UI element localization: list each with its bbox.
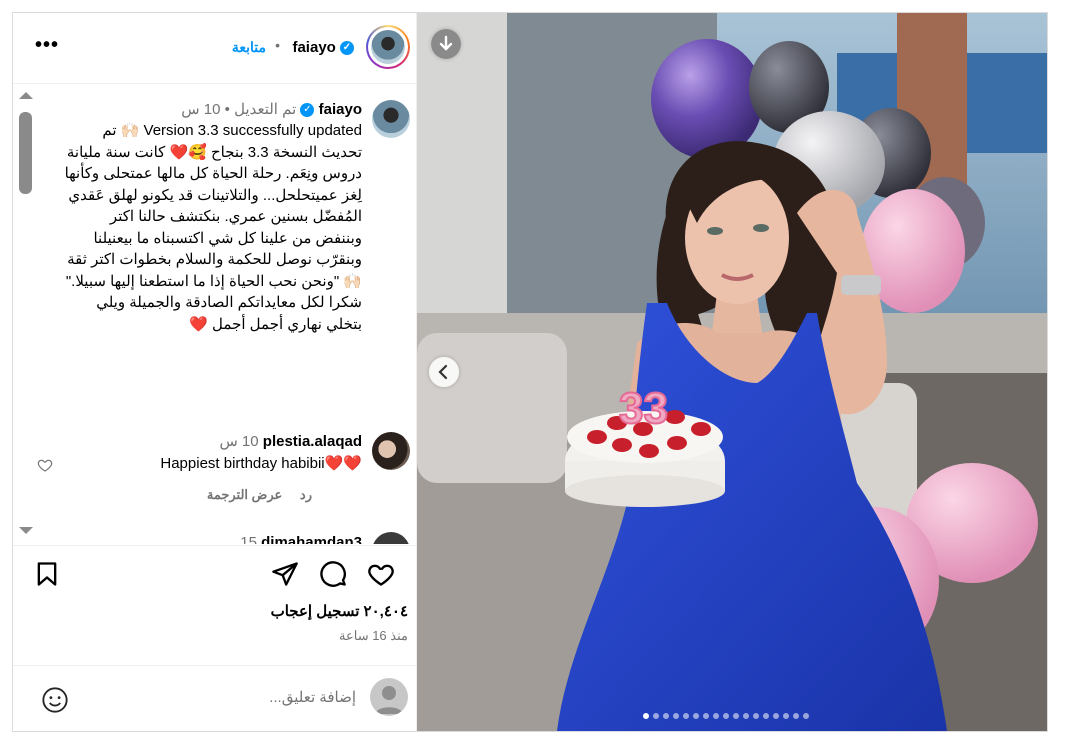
- comment-actions: رد عرض الترجمة: [193, 487, 312, 503]
- caption-username[interactable]: faiayo: [319, 101, 362, 118]
- post-time[interactable]: منذ 16 ساعة: [339, 628, 408, 644]
- carousel-dot: [763, 713, 769, 719]
- share-icon[interactable]: [271, 560, 299, 588]
- likes-count[interactable]: ٢٠,٤٠٤ تسجيل إعجاب: [271, 602, 408, 620]
- scroll-down-arrow-icon[interactable]: [19, 527, 33, 534]
- carousel-dot: [703, 713, 709, 719]
- caption-avatar[interactable]: [372, 100, 410, 138]
- post-modal: ••• متابعة • faiayo ✓ faiayo ✓ تم التعدي…: [12, 12, 1048, 732]
- caption-separator: •: [224, 101, 230, 118]
- save-bookmark-icon[interactable]: [33, 560, 61, 588]
- post-actions-bar: ٢٠,٤٠٤ تسجيل إعجاب منذ 16 ساعة: [13, 545, 416, 676]
- post-side-panel: ••• متابعة • faiayo ✓ faiayo ✓ تم التعدي…: [13, 13, 417, 731]
- reply-button[interactable]: رد: [300, 487, 312, 502]
- carousel-dot: [773, 713, 779, 719]
- caption-text: Version 3.3 successfully updated 🙌🏻 تم ت…: [64, 122, 362, 333]
- header-avatar[interactable]: [366, 25, 410, 69]
- comment-header: plestia.alaqad 10 س: [219, 432, 362, 450]
- carousel-dot: [743, 713, 749, 719]
- carousel-dot: [713, 713, 719, 719]
- more-options-button[interactable]: •••: [35, 35, 59, 55]
- photo-illustration: 33: [417, 13, 1047, 731]
- scrollbar-thumb[interactable]: [19, 112, 32, 194]
- post-header: ••• متابعة • faiayo ✓: [13, 13, 416, 84]
- header-username-text[interactable]: faiayo: [292, 39, 335, 56]
- carousel-dot: [733, 713, 739, 719]
- see-translation-button[interactable]: عرض الترجمة: [207, 487, 282, 502]
- current-user-avatar: [370, 678, 408, 716]
- comment-icon[interactable]: [319, 560, 347, 588]
- carousel-dot: [683, 713, 689, 719]
- header-username[interactable]: faiayo ✓: [292, 39, 354, 56]
- add-comment-input[interactable]: إضافة تعليق...: [269, 688, 356, 706]
- comment-username[interactable]: dimahamdan3: [261, 534, 362, 544]
- verified-badge-icon: ✓: [300, 103, 315, 118]
- default-user-icon: [375, 686, 403, 714]
- comment-text: Happiest birthday habibii❤️❤️: [160, 455, 362, 472]
- comment-avatar[interactable]: [372, 432, 410, 470]
- carousel-dot: [793, 713, 799, 719]
- cake-candle-number: 33: [619, 384, 668, 433]
- follow-button[interactable]: متابعة: [232, 39, 266, 56]
- comment-header: dimahamdan3 15: [240, 534, 362, 544]
- carousel-dot: [803, 713, 809, 719]
- caption-time[interactable]: 10 س: [181, 101, 220, 118]
- add-comment-bar: إضافة تعليق...: [13, 665, 416, 732]
- carousel-dot: [693, 713, 699, 719]
- emoji-smiley-icon[interactable]: [41, 686, 69, 714]
- download-button[interactable]: [431, 29, 461, 59]
- comment-like-heart-icon[interactable]: [37, 457, 53, 473]
- scroll-up-arrow-icon[interactable]: [19, 92, 33, 99]
- comment-username[interactable]: plestia.alaqad: [263, 433, 362, 450]
- download-arrow-icon: [431, 29, 461, 59]
- comment-time[interactable]: 15: [240, 534, 257, 544]
- chevron-left-icon: [438, 364, 448, 380]
- caption-header: faiayo ✓ تم التعديل • 10 س: [181, 100, 362, 118]
- carousel-dot: [723, 713, 729, 719]
- carousel-dot: [753, 713, 759, 719]
- carousel-dot: [653, 713, 659, 719]
- carousel-dot: [673, 713, 679, 719]
- edited-label: تم التعديل: [234, 101, 297, 118]
- header-separator: •: [275, 37, 280, 53]
- comments-scroll-area[interactable]: faiayo ✓ تم التعديل • 10 س Version 3.3 s…: [13, 84, 416, 544]
- previous-photo-button[interactable]: [429, 357, 459, 387]
- verified-badge-icon: ✓: [340, 41, 354, 56]
- carousel-dot: [783, 713, 789, 719]
- post-photo[interactable]: 33: [417, 13, 1047, 731]
- carousel-dot: [643, 713, 649, 719]
- comment-time[interactable]: 10 س: [219, 433, 258, 450]
- comment-avatar[interactable]: [372, 532, 410, 544]
- like-heart-icon[interactable]: [367, 560, 395, 588]
- carousel-dots: [643, 706, 813, 719]
- carousel-dot: [663, 713, 669, 719]
